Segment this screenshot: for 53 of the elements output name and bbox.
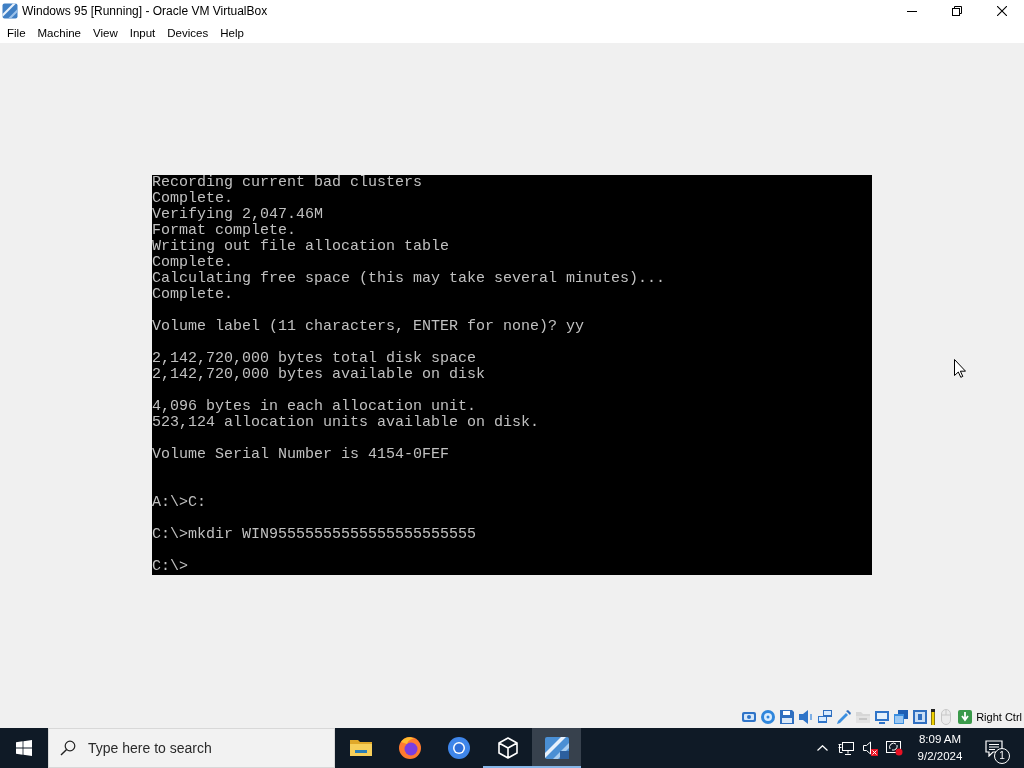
console-line: Calculating free space (this may take several minutes)... xyxy=(152,270,666,287)
folder-icon xyxy=(348,738,373,758)
console-line: Complete. xyxy=(152,286,233,303)
console-line: Recording current bad clusters xyxy=(152,174,423,191)
console-line: 523,124 allocation units available on disk. xyxy=(152,414,540,431)
network-icon[interactable] xyxy=(838,740,854,756)
console-line: 2,142,720,000 bytes total disk space xyxy=(152,350,477,367)
browser-icon xyxy=(397,736,422,760)
notifications-button[interactable]: 1 xyxy=(974,728,1014,768)
search-field[interactable]: Type here to search xyxy=(48,728,335,768)
browser-icon xyxy=(446,736,471,760)
chevron-up-icon[interactable] xyxy=(816,745,828,751)
restore-icon xyxy=(951,6,962,16)
console-line: Volume label (11 characters, ENTER for none)? yy xyxy=(152,318,585,335)
console-line: C:\> xyxy=(152,558,188,575)
console-line: A:\>C: xyxy=(152,494,206,511)
search-icon xyxy=(60,740,76,756)
taskbar-button[interactable] xyxy=(532,728,581,768)
cube-icon xyxy=(495,736,520,760)
close-icon xyxy=(996,6,1007,16)
mouse-pointer-icon xyxy=(954,359,966,378)
cpu-meter-icon[interactable] xyxy=(931,709,936,725)
window-title: Windows 95 [Running] - Oracle VM VirtualBox xyxy=(22,4,268,18)
console-line: Writing out file allocation table xyxy=(152,238,450,255)
host-key-label: Right Ctrl xyxy=(976,711,1022,723)
menu-item[interactable]: File xyxy=(1,24,32,41)
windows-logo-icon xyxy=(16,740,32,756)
console-line: C:\>mkdir WIN95555555555555555555555 xyxy=(152,526,477,543)
menu-item[interactable]: View xyxy=(87,24,124,41)
console-line: Complete. xyxy=(152,254,233,271)
console-line: 2,142,720,000 bytes available on disk xyxy=(152,366,486,383)
menu-item[interactable]: Input xyxy=(123,24,162,41)
notification-badge: 1 xyxy=(994,748,1010,764)
keyboard-icon[interactable] xyxy=(957,709,974,725)
speech-bubble-icon xyxy=(985,739,1003,757)
menu-item[interactable]: Machine xyxy=(31,24,87,41)
console-line: Volume Serial Number is 4154-0FEF xyxy=(152,446,450,463)
square-frame-icon[interactable] xyxy=(912,709,929,725)
menu-item[interactable]: Devices xyxy=(161,24,215,41)
speaker-icon[interactable] xyxy=(862,740,878,756)
monitor-icon[interactable] xyxy=(885,740,903,756)
app-icon xyxy=(543,736,570,760)
minimize-icon xyxy=(906,10,917,12)
clock[interactable]: 8:09 AM 9/2/2024 xyxy=(906,728,974,768)
pen-icon[interactable] xyxy=(836,709,853,725)
console-line: Format complete. xyxy=(152,222,297,239)
console-line: Complete. xyxy=(152,190,233,207)
menu-item[interactable]: Help xyxy=(214,24,250,41)
windows-stack-icon[interactable] xyxy=(893,709,910,725)
console-line: Verifying 2,047.46M xyxy=(152,206,324,223)
optical-disc-icon[interactable] xyxy=(760,709,777,725)
console-line: 4,096 bytes in each allocation unit. xyxy=(152,398,477,415)
app-icon[interactable] xyxy=(2,3,18,19)
